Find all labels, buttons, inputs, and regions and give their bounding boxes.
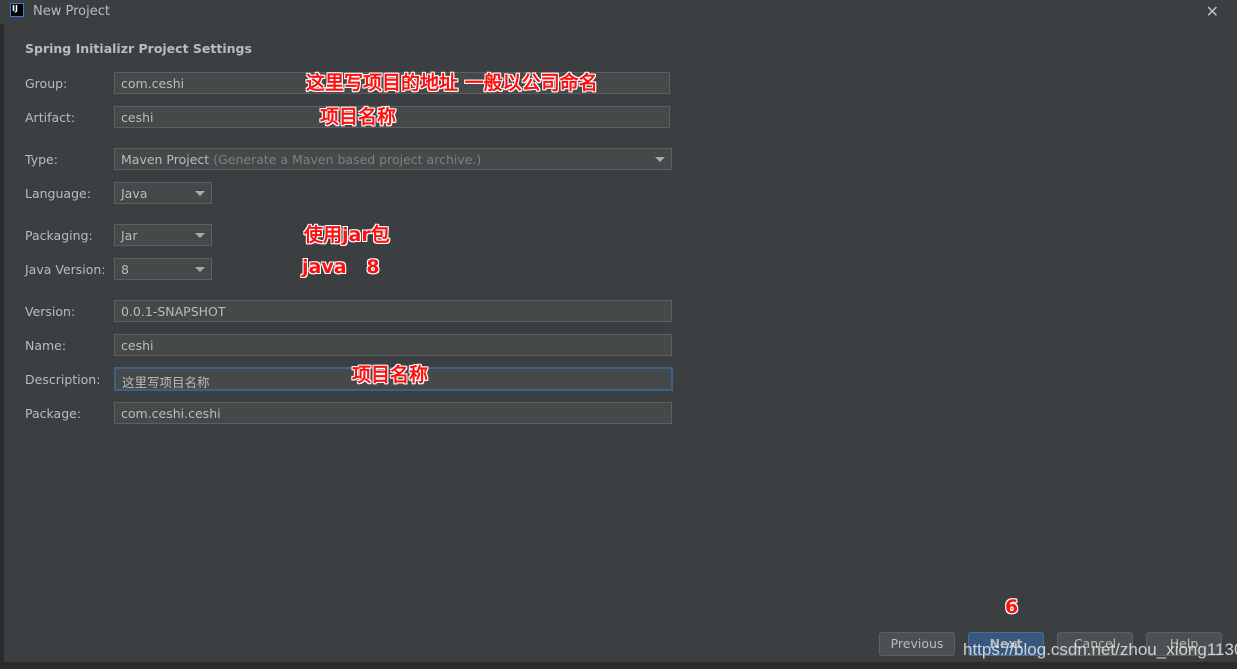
package-label: Package: (25, 406, 82, 421)
name-input[interactable]: ceshi (114, 334, 672, 356)
java-version-value: 8 (121, 262, 129, 277)
type-label: Type: (25, 152, 58, 167)
version-input[interactable]: 0.0.1-SNAPSHOT (114, 300, 672, 322)
close-icon[interactable]: ✕ (1206, 2, 1219, 21)
annotation-description: 项目名称 (352, 364, 429, 386)
chevron-down-icon (195, 267, 205, 272)
chevron-down-icon (195, 191, 205, 196)
previous-button[interactable]: Previous (879, 632, 955, 656)
packaging-label: Packaging: (25, 228, 93, 243)
description-label: Description: (25, 372, 101, 387)
background-editor-strip (0, 662, 1237, 669)
group-label: Group: (25, 76, 68, 91)
language-select[interactable]: Java (114, 182, 212, 204)
chevron-down-icon (195, 233, 205, 238)
packaging-value: Jar (121, 228, 138, 243)
version-label: Version: (25, 304, 76, 319)
annotation-group: 这里写项目的地址 一般以公司命名 (306, 72, 598, 94)
watermark: https://blog.csdn.net/zhou_xiong1130 (963, 640, 1237, 659)
type-value: Maven Project (121, 152, 210, 167)
window-title: New Project (33, 4, 110, 19)
packaging-select[interactable]: Jar (114, 224, 212, 246)
intellij-logo-icon: IJ (10, 3, 24, 17)
language-value: Java (121, 186, 148, 201)
annotation-java-version: java 8 (302, 256, 380, 278)
language-label: Language: (25, 186, 91, 201)
name-label: Name: (25, 338, 67, 353)
type-hint: (Generate a Maven based project archive.… (213, 152, 482, 167)
type-select[interactable]: Maven Project (Generate a Maven based pr… (114, 148, 672, 170)
annotation-step-number: 6 (1005, 596, 1019, 618)
chevron-down-icon (655, 157, 665, 162)
background-editor-edge (0, 24, 4, 664)
annotation-artifact: 项目名称 (320, 106, 397, 128)
java-version-select[interactable]: 8 (114, 258, 212, 280)
artifact-label: Artifact: (25, 110, 76, 125)
java-version-label: Java Version: (25, 262, 106, 277)
title-bar: IJ New Project ✕ (0, 0, 1237, 24)
package-input[interactable]: com.ceshi.ceshi (114, 402, 672, 424)
section-heading: Spring Initializr Project Settings (25, 41, 252, 56)
annotation-packaging: 使用jar包 (304, 224, 390, 246)
